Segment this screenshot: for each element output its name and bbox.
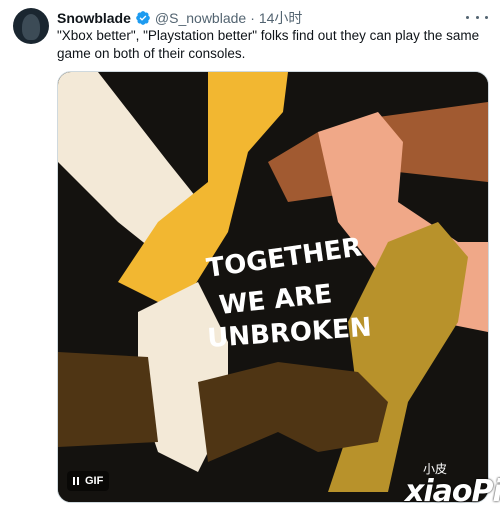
dot [475, 15, 479, 19]
gif-label: GIF [85, 475, 104, 487]
dot [466, 15, 469, 19]
separator: · [250, 10, 255, 26]
avatar[interactable] [13, 8, 49, 44]
tweet-header: Snowblade @S_nowblade · 14小时 [57, 9, 302, 27]
avatar-figure [22, 14, 40, 40]
tweet: Snowblade @S_nowblade · 14小时 "Xbox bette… [0, 0, 500, 513]
tweet-text: "Xbox better", "Playstation better" folk… [57, 28, 480, 61]
tweet-media-gif[interactable]: TOGETHER WE ARE UNBROKEN GIF [57, 71, 489, 503]
handle[interactable]: @S_nowblade [155, 10, 246, 26]
verified-badge-icon [136, 11, 150, 25]
pause-icon[interactable] [73, 477, 79, 485]
arm-dark-brown-left [58, 352, 158, 447]
display-name[interactable]: Snowblade [57, 10, 131, 26]
timestamp[interactable]: 14小时 [259, 8, 303, 28]
dot [485, 15, 488, 19]
more-options-icon[interactable] [466, 10, 488, 24]
watermark-logo: xiaoPi [405, 474, 500, 509]
gif-artwork: TOGETHER WE ARE UNBROKEN [58, 72, 488, 502]
gif-badge[interactable]: GIF [67, 471, 110, 491]
